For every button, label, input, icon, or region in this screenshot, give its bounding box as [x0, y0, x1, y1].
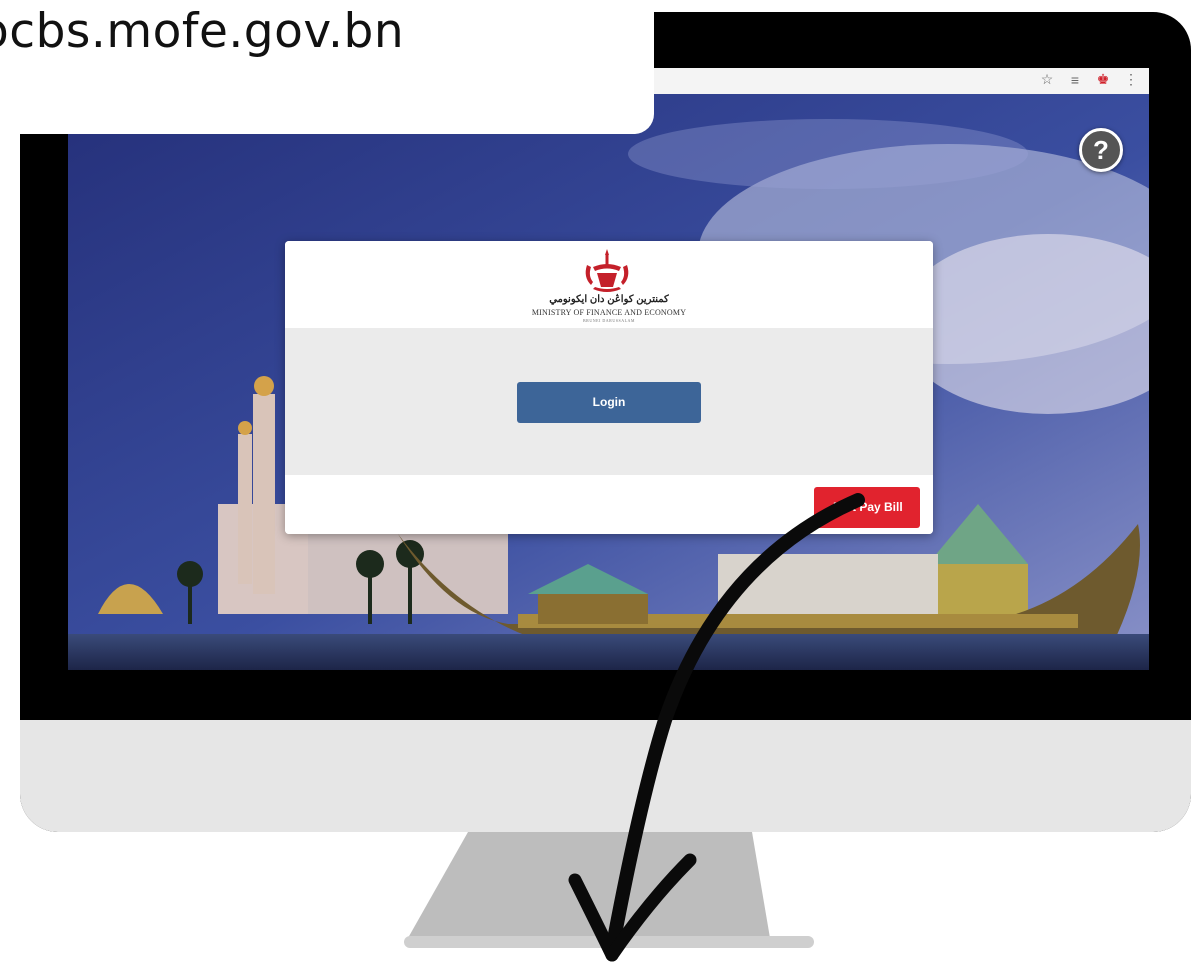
card-footer: Just Pay Bill: [285, 475, 933, 534]
ministry-name-jawi: كمنترين كواڠن دان ايكونومي: [549, 294, 669, 305]
card-header: كمنترين كواڠن دان ايكونومي MINISTRY OF F…: [285, 241, 933, 328]
monitor-chin: [20, 720, 1191, 832]
reading-list-icon[interactable]: ≡: [1067, 72, 1083, 88]
menu-dots-icon[interactable]: ⋮: [1123, 71, 1139, 88]
url-callout: ocbs.mofe.gov.bn: [0, 0, 654, 134]
ministry-subtitle: BRUNEI DARUSSALAM: [583, 318, 635, 323]
browser-screen: ☆ ≡ ♚ ⋮ ? كمنترين كواڠن دان ايكونومي MIN…: [68, 68, 1149, 670]
ministry-name-english: MINISTRY OF FINANCE AND ECONOMY: [531, 308, 687, 317]
url-text: ocbs.mofe.gov.bn: [0, 4, 405, 59]
help-button[interactable]: ?: [1079, 128, 1123, 172]
just-pay-bill-button[interactable]: Just Pay Bill: [814, 487, 920, 528]
ministry-crest-logo: [585, 249, 629, 292]
card-body: Login: [285, 328, 933, 475]
star-icon[interactable]: ☆: [1039, 71, 1055, 88]
extension-icon[interactable]: ♚: [1095, 71, 1111, 88]
login-button[interactable]: Login: [517, 382, 701, 423]
login-card: كمنترين كواڠن دان ايكونومي MINISTRY OF F…: [285, 241, 933, 534]
